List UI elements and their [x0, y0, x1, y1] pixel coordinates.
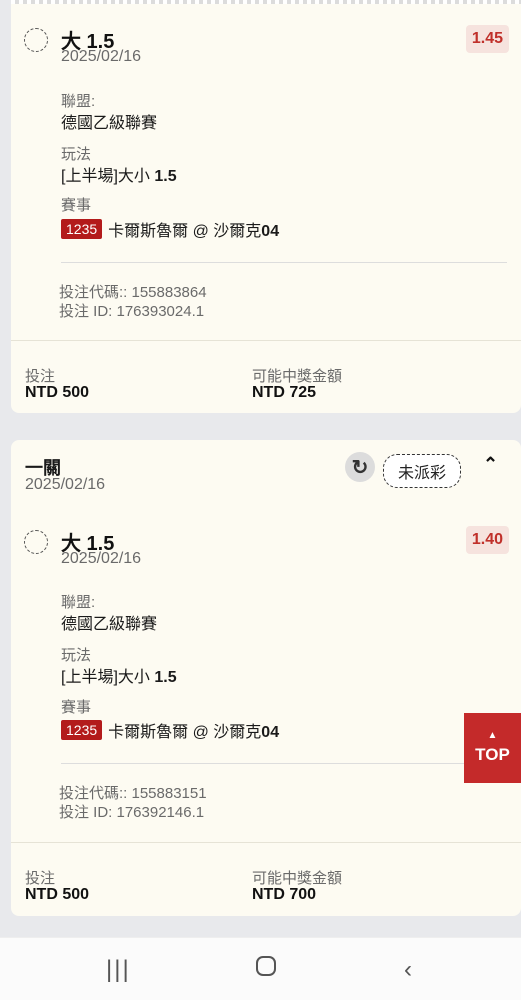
selection-date: 2025/02/16 [61, 550, 142, 567]
refresh-icon[interactable]: ↻ [345, 452, 375, 482]
divider [61, 262, 507, 263]
league-label: 聯盟: [61, 93, 96, 110]
divider [11, 842, 521, 843]
select-circle-icon[interactable] [24, 28, 48, 52]
select-circle-icon[interactable] [24, 530, 48, 554]
divider [11, 340, 521, 341]
bet-code: 投注代碼:: 155883864 [59, 284, 207, 301]
market-label: 玩法 [61, 146, 92, 163]
ticket-date: 2025/02/16 [25, 476, 106, 493]
home-icon[interactable] [254, 954, 278, 985]
stake-label: 投注 [25, 368, 56, 385]
odds-badge: 1.45 [465, 25, 509, 53]
event-code-badge: 1235 [61, 720, 103, 740]
market-prefix: [上半場]大小 [61, 669, 150, 686]
payout-value: NTD 700 [252, 886, 317, 903]
arrow-up-icon: ▲ [487, 730, 498, 741]
bet-code: 投注代碼:: 155883151 [59, 785, 207, 802]
status-badge: 未派彩 [383, 454, 462, 488]
league-label: 聯盟: [61, 594, 96, 611]
payout-value: NTD 725 [252, 384, 317, 401]
selection-date: 2025/02/16 [61, 48, 142, 65]
stake-value: NTD 500 [25, 886, 90, 903]
stake-value: NTD 500 [25, 384, 90, 401]
stake-label: 投注 [25, 870, 56, 887]
market-label: 玩法 [61, 647, 92, 664]
event-teams: 卡爾斯魯爾 @ 沙爾克04 [108, 223, 280, 240]
market-line: 1.5 [154, 168, 177, 185]
bet-id: 投注 ID: 176393024.1 [59, 303, 205, 320]
market-line: 1.5 [154, 669, 177, 686]
market-value: [上半場]大小 1.5 [61, 162, 177, 186]
market-prefix: [上半場]大小 [61, 168, 150, 185]
payout-label: 可能中獎金額 [252, 870, 343, 887]
back-icon[interactable]: ‹ [404, 956, 412, 984]
event-row: 1235 卡爾斯魯爾 @ 沙爾克04 [61, 217, 279, 241]
divider [61, 763, 507, 764]
recents-icon[interactable]: ||| [106, 956, 131, 984]
odds-badge: 1.40 [465, 526, 509, 554]
league-value: 德國乙級聯賽 [61, 616, 158, 633]
market-value: [上半場]大小 1.5 [61, 663, 177, 687]
bet-id: 投注 ID: 176392146.1 [59, 804, 205, 821]
event-row: 1235 卡爾斯魯爾 @ 沙爾克04 [61, 718, 279, 742]
event-label: 賽事 [61, 699, 92, 716]
back-to-top-button[interactable]: ▲ TOP [464, 713, 521, 783]
system-nav-bar: ||| ‹ [0, 937, 521, 1000]
event-code-badge: 1235 [61, 219, 103, 239]
league-value: 德國乙級聯賽 [61, 115, 158, 132]
ticket-card: 一關 2025/02/16 ↻ 未派彩 ⌃ 大 1.5 2025/02/16 1… [11, 440, 521, 916]
bet-card: 大 1.5 2025/02/16 1.45 聯盟: 德國乙級聯賽 玩法 [上半場… [11, 0, 521, 413]
chevron-up-icon[interactable]: ⌃ [483, 454, 498, 475]
payout-label: 可能中獎金額 [252, 368, 343, 385]
top-label: TOP [475, 745, 510, 764]
event-teams: 卡爾斯魯爾 @ 沙爾克04 [108, 724, 280, 741]
event-label: 賽事 [61, 197, 92, 214]
